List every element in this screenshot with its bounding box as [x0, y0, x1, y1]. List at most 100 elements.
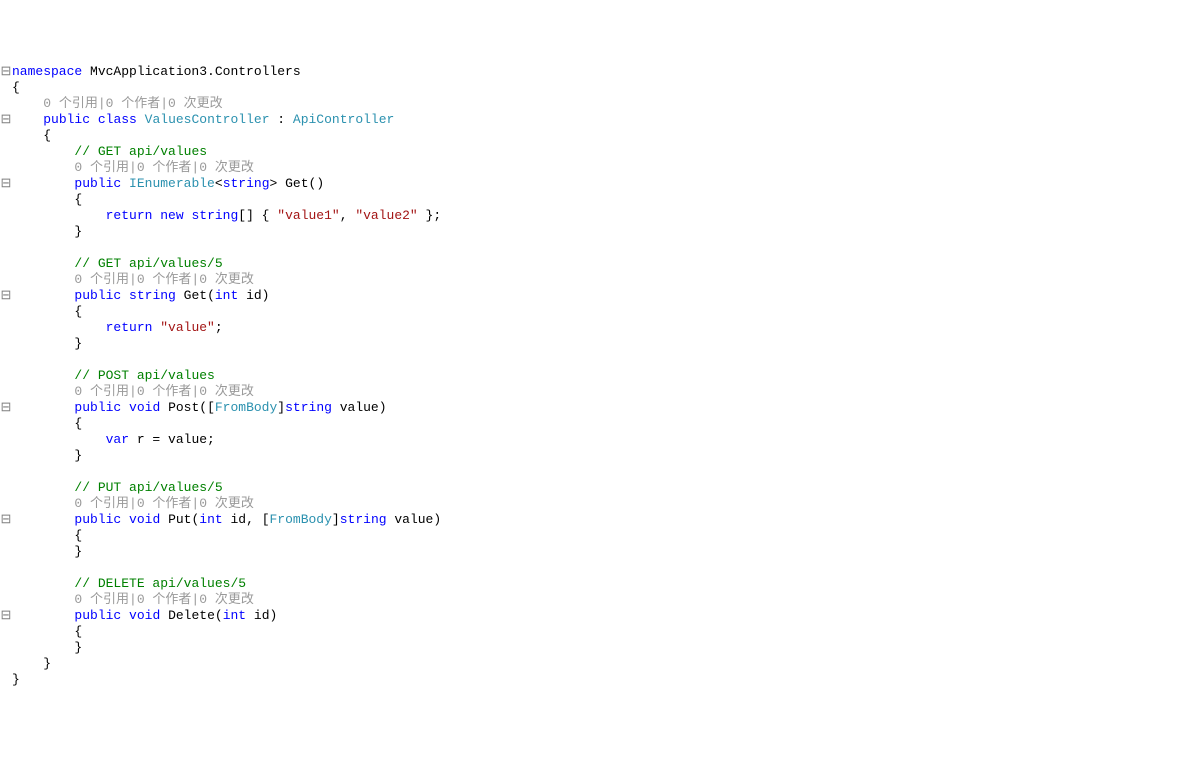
method-name: Delete( — [160, 608, 222, 623]
method-name: Get( — [176, 288, 215, 303]
keyword: public — [74, 512, 121, 527]
string-literal: "value" — [160, 320, 215, 335]
param: id, [ — [223, 512, 270, 527]
method-name: Get() — [277, 176, 324, 191]
gutter — [0, 320, 12, 336]
keyword: new — [160, 208, 183, 223]
gutter — [0, 464, 12, 480]
brace: { — [74, 528, 82, 543]
colon: : — [270, 112, 293, 127]
code-line: // GET api/values — [0, 144, 1193, 160]
param: id) — [246, 608, 277, 623]
comment: // PUT api/values/5 — [74, 480, 222, 495]
type-name: IEnumerable — [129, 176, 215, 191]
keyword: public — [43, 112, 90, 127]
code-line: { — [0, 624, 1193, 640]
code-line: { — [0, 416, 1193, 432]
code-line: { — [0, 528, 1193, 544]
fold-icon[interactable]: ⊟ — [0, 512, 12, 528]
gutter — [0, 528, 12, 544]
code-line: // POST api/values — [0, 368, 1193, 384]
gutter — [0, 224, 12, 240]
param: id) — [238, 288, 269, 303]
keyword: int — [215, 288, 238, 303]
code-line: return "value"; — [0, 320, 1193, 336]
codelens[interactable]: 0 个引用|0 个作者|0 次更改 — [74, 160, 253, 175]
fold-icon[interactable]: ⊟ — [0, 64, 12, 80]
brace: } — [74, 224, 82, 239]
gutter — [0, 592, 12, 608]
gutter — [0, 352, 12, 368]
text: , — [340, 208, 356, 223]
gutter — [0, 624, 12, 640]
gutter — [0, 336, 12, 352]
gutter — [0, 496, 12, 512]
keyword: public — [74, 400, 121, 415]
brace: } — [74, 640, 82, 655]
codelens[interactable]: 0 个引用|0 个作者|0 次更改 — [74, 384, 253, 399]
type-name: ValuesController — [145, 112, 270, 127]
gutter — [0, 672, 12, 688]
keyword: return — [106, 208, 153, 223]
keyword: string — [285, 400, 332, 415]
comment: // GET api/values — [74, 144, 207, 159]
keyword: string — [340, 512, 387, 527]
code-line: { — [0, 128, 1193, 144]
gutter — [0, 96, 12, 112]
method-name: Put( — [160, 512, 199, 527]
code-line — [0, 464, 1193, 480]
code-line: ⊟namespace MvcApplication3.Controllers — [0, 64, 1193, 80]
fold-icon[interactable]: ⊟ — [0, 288, 12, 304]
code-line: 0 个引用|0 个作者|0 次更改 — [0, 96, 1193, 112]
gutter — [0, 576, 12, 592]
gutter — [0, 416, 12, 432]
keyword: string — [129, 288, 176, 303]
codelens[interactable]: 0 个引用|0 个作者|0 次更改 — [74, 496, 253, 511]
code-line: // DELETE api/values/5 — [0, 576, 1193, 592]
code-line: ⊟ public IEnumerable<string> Get() — [0, 176, 1193, 192]
text: [] { — [238, 208, 277, 223]
gutter — [0, 480, 12, 496]
code-line: 0 个引用|0 个作者|0 次更改 — [0, 592, 1193, 608]
brace: { — [12, 80, 20, 95]
code-line: } — [0, 640, 1193, 656]
gutter — [0, 368, 12, 384]
fold-icon[interactable]: ⊟ — [0, 112, 12, 128]
gutter — [0, 384, 12, 400]
gutter — [0, 272, 12, 288]
method-name: Post([ — [160, 400, 215, 415]
code-line: 0 个引用|0 个作者|0 次更改 — [0, 160, 1193, 176]
gutter — [0, 560, 12, 576]
keyword: class — [98, 112, 137, 127]
fold-icon[interactable]: ⊟ — [0, 608, 12, 624]
code-line: 0 个引用|0 个作者|0 次更改 — [0, 496, 1193, 512]
string-literal: "value1" — [277, 208, 339, 223]
text: }; — [418, 208, 441, 223]
codelens[interactable]: 0 个引用|0 个作者|0 次更改 — [74, 272, 253, 287]
brace: } — [12, 672, 20, 687]
brace: } — [74, 544, 82, 559]
gutter — [0, 544, 12, 560]
code-line: } — [0, 224, 1193, 240]
comment: // POST api/values — [74, 368, 214, 383]
code-line: { — [0, 80, 1193, 96]
codelens[interactable]: 0 个引用|0 个作者|0 次更改 — [43, 96, 222, 111]
code-line: 0 个引用|0 个作者|0 次更改 — [0, 272, 1193, 288]
gutter — [0, 240, 12, 256]
gutter — [0, 432, 12, 448]
fold-icon[interactable]: ⊟ — [0, 400, 12, 416]
brace: } — [43, 656, 51, 671]
codelens[interactable]: 0 个引用|0 个作者|0 次更改 — [74, 592, 253, 607]
brace: } — [74, 448, 82, 463]
code-line: } — [0, 448, 1193, 464]
gutter — [0, 656, 12, 672]
code-line: return new string[] { "value1", "value2"… — [0, 208, 1193, 224]
type-name: FromBody — [215, 400, 277, 415]
gutter — [0, 304, 12, 320]
gutter — [0, 448, 12, 464]
gutter — [0, 208, 12, 224]
code-editor[interactable]: ⊟namespace MvcApplication3.Controllers {… — [0, 64, 1193, 688]
fold-icon[interactable]: ⊟ — [0, 176, 12, 192]
statement: r = value; — [129, 432, 215, 447]
code-line: ⊟ public void Put(int id, [FromBody]stri… — [0, 512, 1193, 528]
